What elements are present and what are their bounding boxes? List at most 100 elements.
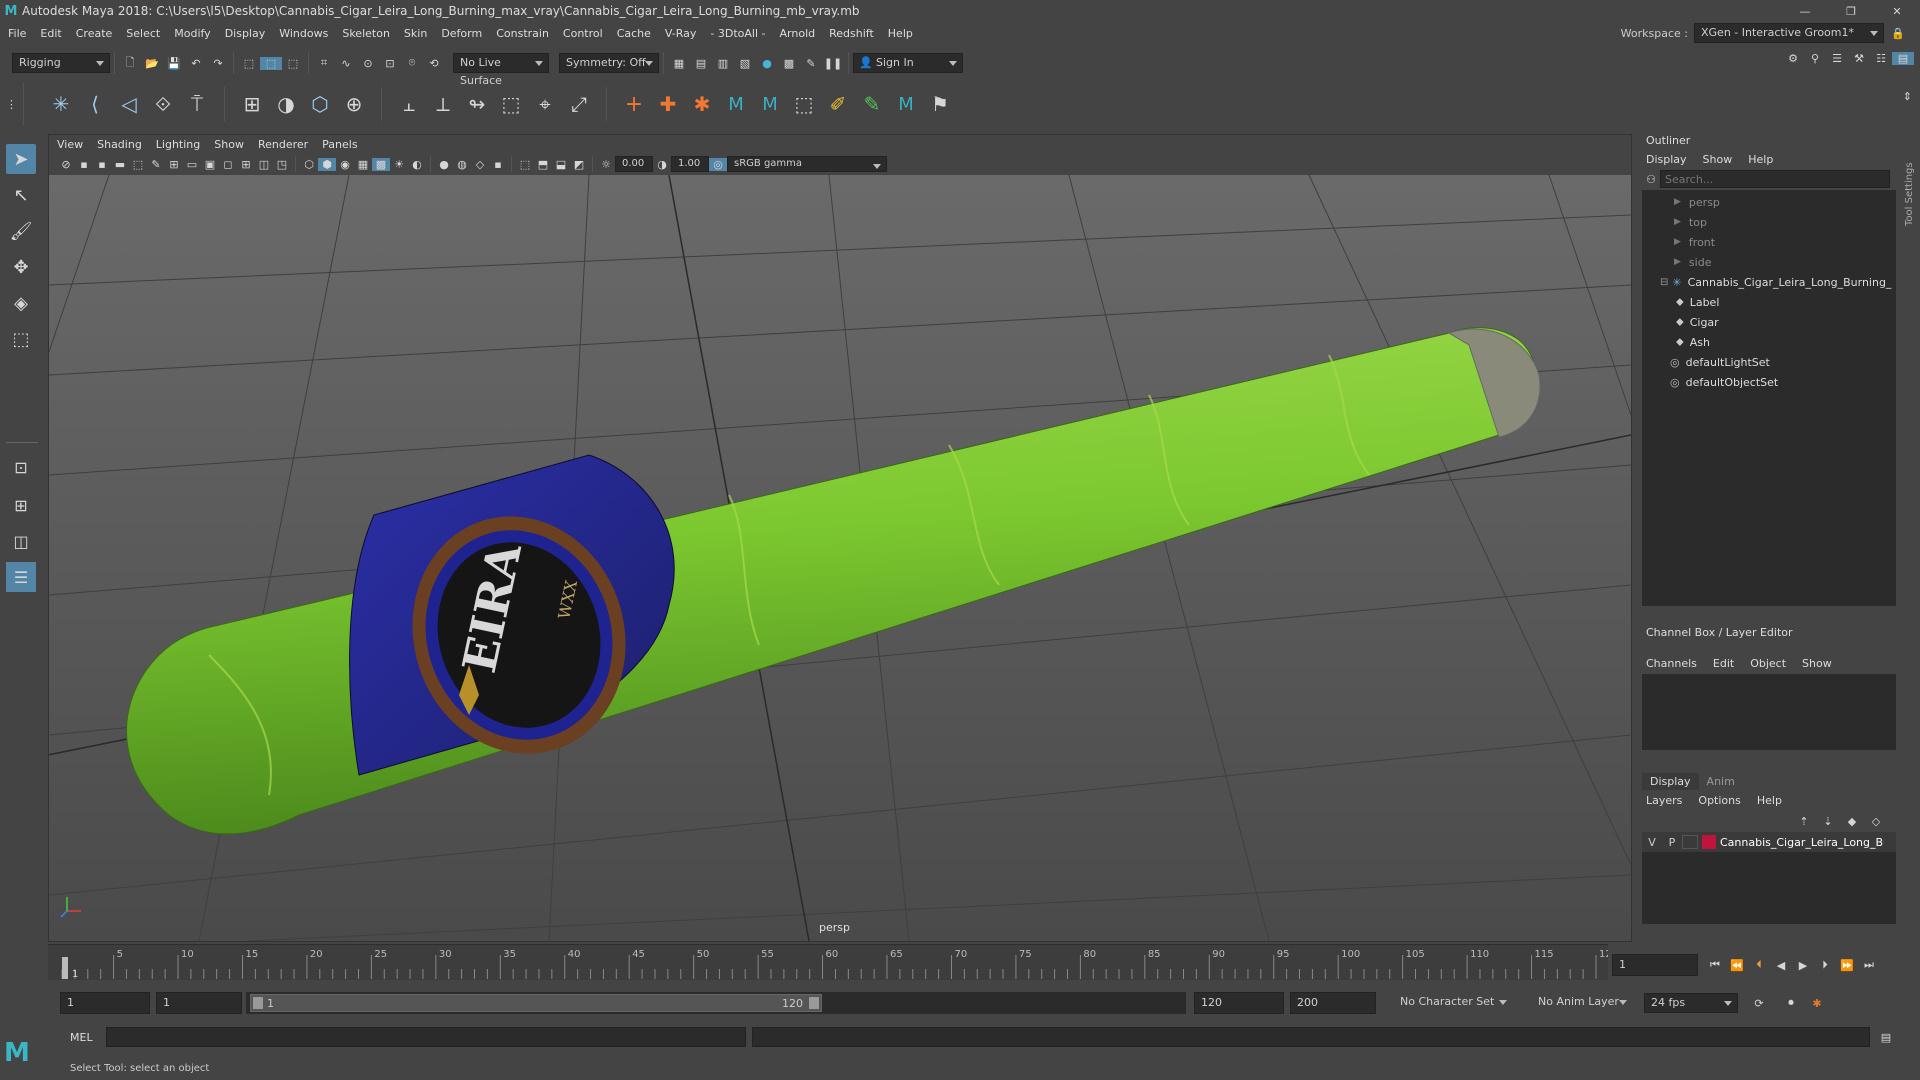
outliner-item-persp[interactable]: ▶ persp [1642, 192, 1896, 212]
bind-skin-icon[interactable]: ◑ [269, 92, 303, 116]
close-icon[interactable]: ✕ [1874, 0, 1920, 22]
exposure-field[interactable]: 0.00 [615, 156, 653, 172]
scale-constraint-icon[interactable]: ⬚ [494, 92, 528, 116]
rotate-tool-icon[interactable]: ◈ [6, 288, 36, 318]
select-hierarchy-icon[interactable]: ⬚ [238, 57, 260, 70]
single-perspective-layout-icon[interactable]: ⊡ [6, 452, 36, 482]
undo-icon[interactable]: ↶ [185, 57, 207, 70]
mirror-joint-icon[interactable]: ◁ [112, 92, 146, 116]
outliner-item-defaultLightSet[interactable]: ◎ defaultLightSet [1642, 352, 1896, 372]
loop-icon[interactable]: ⟳ [1746, 997, 1772, 1010]
cluster-icon[interactable]: ⊕ [337, 92, 371, 116]
tool-settings-tab[interactable]: Tool Settings [1902, 140, 1920, 230]
layer-name[interactable]: Cannabis_Cigar_Leira_Long_Bu [1720, 836, 1884, 849]
minimize-icon[interactable]: — [1782, 0, 1828, 22]
paint-select-tool-icon[interactable]: 🖌 [6, 216, 36, 246]
use-all-lights-icon[interactable]: ▩ [372, 157, 390, 171]
menu-redshift[interactable]: Redshift [829, 27, 874, 40]
safe-action-icon[interactable]: ◫ [255, 158, 273, 171]
collapse-icon[interactable]: ⊟ [1660, 277, 1668, 288]
parent-constraint-icon[interactable]: ⫠ [392, 92, 426, 116]
wireframe-icon[interactable]: ⬡ [300, 158, 318, 171]
aim-constraint-icon[interactable]: ⌖ [528, 92, 562, 116]
snap-point-icon[interactable]: ⊙ [357, 57, 379, 70]
fps-dropdown[interactable]: 24 fps [1644, 993, 1738, 1013]
viewport-menu-view[interactable]: View [57, 138, 83, 151]
menu-create[interactable]: Create [76, 27, 113, 40]
pause-icon[interactable]: ❚❚ [822, 57, 844, 70]
isolate-select-icon[interactable]: ▪ [489, 158, 507, 171]
layer-tab-anim[interactable]: Anim [1699, 773, 1743, 790]
command-language-label[interactable]: MEL [58, 1031, 106, 1044]
render-settings-icon[interactable]: ▧ [734, 57, 756, 70]
attribute-editor-icon[interactable]: ☰ [1826, 52, 1848, 65]
outliner-item-group[interactable]: ⊟ ✳ Cannabis_Cigar_Leira_Long_Burning_ [1642, 272, 1896, 292]
modeling-toolkit-icon[interactable]: ⚙ [1782, 52, 1804, 65]
channel-box-menu-object[interactable]: Object [1750, 657, 1786, 670]
range-slider-end[interactable]: 120 [782, 997, 803, 1010]
menu-display[interactable]: Display [225, 27, 266, 40]
screen-space-ao-icon[interactable]: ◐ [408, 158, 426, 171]
menu-skin[interactable]: Skin [404, 27, 427, 40]
menu-constrain[interactable]: Constrain [496, 27, 549, 40]
lock-icon[interactable]: 🔒 [1890, 27, 1906, 40]
backface-culling-icon[interactable]: ◩ [570, 158, 588, 171]
go-to-end-icon[interactable]: ⏭ [1858, 958, 1880, 972]
save-scene-icon[interactable]: 💾 [163, 57, 185, 70]
orient-joint-icon[interactable]: ⟐ [146, 92, 180, 116]
step-forward-frame-icon[interactable]: ⏵ [1814, 958, 1836, 972]
layer-menu-layers[interactable]: Layers [1646, 794, 1682, 807]
safe-title-icon[interactable]: ◳ [273, 158, 291, 171]
open-scene-icon[interactable]: 📂 [141, 57, 163, 70]
layer-tab-display[interactable]: Display [1642, 772, 1699, 790]
layer-row[interactable]: V P Cannabis_Cigar_Leira_Long_Bu [1642, 832, 1896, 852]
two-pane-layout-icon[interactable]: ◫ [6, 526, 36, 556]
channel-box-menu-show[interactable]: Show [1802, 657, 1832, 670]
remove-joint-icon[interactable]: ⍑ [180, 92, 214, 116]
exposure-icon[interactable]: ☼ [597, 158, 615, 171]
time-slider[interactable]: 5 10 15 20 25 30 35 40 45 50 55 60 65 70 75 80 85 90 95 100… [48, 944, 1608, 980]
menu-skeleton[interactable]: Skeleton [342, 27, 390, 40]
step-back-frame-icon[interactable]: ⏴ [1748, 958, 1770, 972]
animation-start-field[interactable]: 1 [60, 992, 150, 1014]
new-empty-layer-icon[interactable]: ◆ [1840, 815, 1864, 828]
menu-cache[interactable]: Cache [617, 27, 651, 40]
maximize-icon[interactable]: ❐ [1828, 0, 1874, 22]
render-frame-icon[interactable]: ▦ [668, 57, 690, 70]
animation-prefs-icon[interactable]: ✱ [1804, 997, 1830, 1010]
play-backwards-icon[interactable]: ◀ [1770, 959, 1792, 972]
snap-grid-icon[interactable]: ⌗ [313, 56, 335, 70]
outliner-menu-show[interactable]: Show [1703, 153, 1733, 166]
select-object-icon[interactable]: ⬚ [260, 56, 282, 70]
menu-windows[interactable]: Windows [279, 27, 328, 40]
tool-settings-icon[interactable]: ⚒ [1848, 52, 1870, 65]
joint-tool-icon[interactable]: ✳ [44, 92, 78, 116]
character-set-dropdown[interactable]: No Character Set [1394, 993, 1512, 1013]
pin-tool-icon[interactable]: ⚑ [923, 92, 957, 116]
color-space-dropdown[interactable]: sRGB gamma [727, 156, 887, 172]
outliner-item-front[interactable]: ▶ front [1642, 232, 1896, 252]
menu-edit[interactable]: Edit [40, 27, 61, 40]
range-slider-start[interactable]: 1 [267, 997, 274, 1010]
redo-icon[interactable]: ↷ [207, 57, 229, 70]
render-view-icon[interactable]: ▩ [778, 57, 800, 70]
snap-surface-icon[interactable]: ⌾ [401, 56, 423, 70]
current-frame-field[interactable]: 1 [1612, 954, 1698, 976]
textured-icon[interactable]: ▦ [354, 158, 372, 171]
menu-help[interactable]: Help [888, 27, 913, 40]
motion-blur-icon[interactable]: ● [435, 158, 453, 171]
depth-of-field-icon[interactable]: ◇ [471, 158, 489, 171]
go-to-start-icon[interactable]: ⏮ [1704, 958, 1726, 972]
sign-in-dropdown[interactable]: 👤 Sign In [853, 53, 963, 73]
shelf-tab-icon[interactable]: ⋮ [0, 82, 24, 126]
move-layer-down-icon[interactable]: ⇣ [1816, 815, 1840, 828]
lattice-icon[interactable]: ⬡ [303, 92, 337, 116]
channel-box-toggle-icon[interactable]: ☷ [1870, 52, 1892, 65]
outliner-menu-display[interactable]: Display [1646, 153, 1687, 166]
outliner-item-top[interactable]: ▶ top [1642, 212, 1896, 232]
layer-editor-icon[interactable]: ▤ [1892, 52, 1914, 65]
film-gate-icon[interactable]: ▭ [183, 158, 201, 171]
layer-color-swatch[interactable] [1702, 835, 1716, 849]
shelf-scroll-icon[interactable]: ⇕ [1903, 90, 1912, 103]
grid-icon[interactable]: ⊞ [165, 158, 183, 171]
